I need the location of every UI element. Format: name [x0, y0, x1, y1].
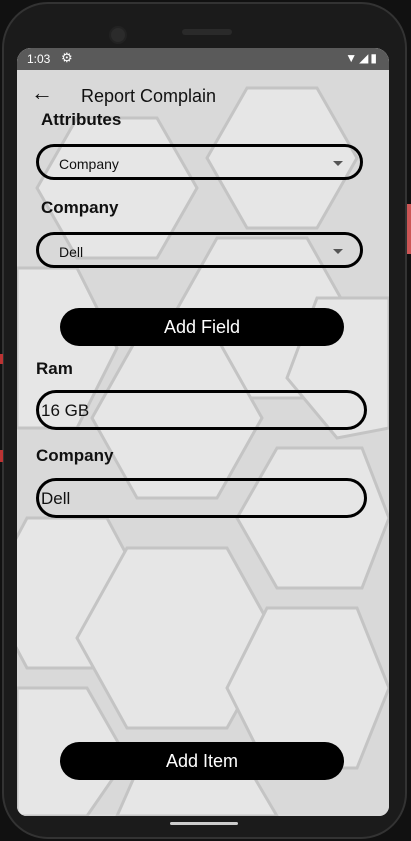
volume-button [0, 354, 3, 364]
page-title: Report Complain [81, 86, 217, 106]
add-field-button[interactable]: Add Field [60, 308, 344, 346]
arrow-left-icon[interactable]: ← [31, 82, 53, 104]
volume-button-2 [0, 450, 3, 462]
add-item-button[interactable]: Add Item [60, 742, 344, 780]
company-field[interactable]: Dell [36, 478, 367, 518]
status-bar: 1:03 ⚙ ▼◢▮ [17, 48, 389, 70]
company-field-value: Dell [41, 489, 71, 508]
company-dropdown-value: Dell [59, 244, 84, 260]
attributes-label: Attributes [41, 110, 122, 129]
status-time: 1:03 [27, 52, 51, 66]
power-button [407, 204, 411, 254]
wifi-icon: ▼ [345, 51, 360, 65]
ram-label: Ram [36, 359, 73, 378]
chevron-down-icon [333, 249, 343, 254]
ram-field-value: 16 GB [41, 401, 90, 420]
company-field-label: Company [36, 446, 114, 465]
company-label: Company [41, 198, 119, 217]
speaker-grille [182, 29, 232, 35]
home-indicator[interactable] [170, 822, 238, 825]
company-dropdown[interactable]: Dell [36, 232, 363, 268]
attributes-dropdown[interactable]: Company [36, 144, 363, 180]
battery-icon: ▮ [370, 51, 379, 65]
ram-field[interactable]: 16 GB [36, 390, 367, 430]
status-icons: ▼◢▮ [345, 51, 379, 65]
attributes-dropdown-value: Company [59, 156, 119, 172]
gear-icon: ⚙ [61, 50, 73, 65]
chevron-down-icon [333, 161, 343, 166]
front-camera [109, 26, 127, 44]
app-screen: 1:03 ⚙ ▼◢▮ ← Report Complain Attributes … [17, 48, 389, 816]
signal-icon: ◢ [359, 51, 371, 65]
